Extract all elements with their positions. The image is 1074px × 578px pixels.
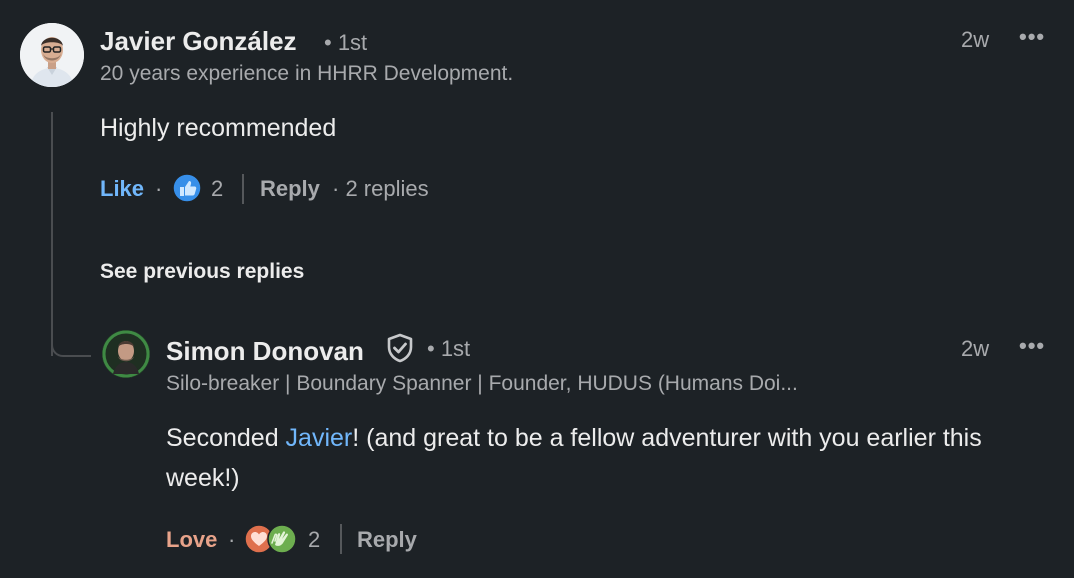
more-options-icon[interactable]: ••• — [1019, 26, 1045, 48]
reply-author-headline: Silo-breaker | Boundary Spanner | Founde… — [166, 372, 798, 395]
reply-text: Seconded Javier! (and great to be a fell… — [166, 418, 1006, 498]
like-reaction-icon[interactable] — [172, 173, 202, 203]
action-divider — [242, 174, 244, 204]
replies-count-link[interactable]: · 2 replies — [332, 176, 429, 202]
reply-button[interactable]: Reply — [357, 527, 417, 553]
like-button[interactable]: Like — [100, 176, 144, 202]
thread-connector — [51, 337, 91, 357]
comment-author-name[interactable]: Javier González — [100, 26, 297, 57]
connection-degree: • 1st — [427, 336, 471, 361]
reaction-count[interactable]: 2 — [211, 176, 223, 202]
separator-dot: · — [155, 176, 163, 201]
thread-line — [51, 112, 53, 356]
avatar-simon[interactable] — [102, 330, 150, 378]
reply-author-name[interactable]: Simon Donovan — [166, 336, 364, 367]
connection-degree: • 1st — [324, 30, 368, 55]
love-button[interactable]: Love — [166, 527, 217, 553]
see-previous-replies-button[interactable]: See previous replies — [100, 260, 304, 284]
reply-text-start: Seconded — [166, 424, 286, 452]
more-options-icon[interactable]: ••• — [1019, 335, 1045, 357]
reaction-count[interactable]: 2 — [308, 527, 320, 553]
reply-timestamp: 2w — [961, 336, 990, 361]
comment-author-headline: 20 years experience in HHRR Development. — [100, 62, 514, 85]
avatar-javier[interactable] — [20, 23, 84, 87]
reply-button[interactable]: Reply — [260, 176, 320, 202]
action-divider — [340, 524, 342, 554]
person-avatar-icon — [102, 330, 150, 378]
mention-link[interactable]: Javier — [286, 424, 353, 452]
reaction-icons[interactable] — [244, 523, 300, 555]
separator-dot: · — [228, 527, 236, 552]
comment-text: Highly recommended — [100, 114, 337, 142]
shield-check-icon[interactable] — [386, 333, 414, 363]
person-avatar-icon — [20, 23, 84, 87]
comment-timestamp: 2w — [961, 27, 990, 52]
